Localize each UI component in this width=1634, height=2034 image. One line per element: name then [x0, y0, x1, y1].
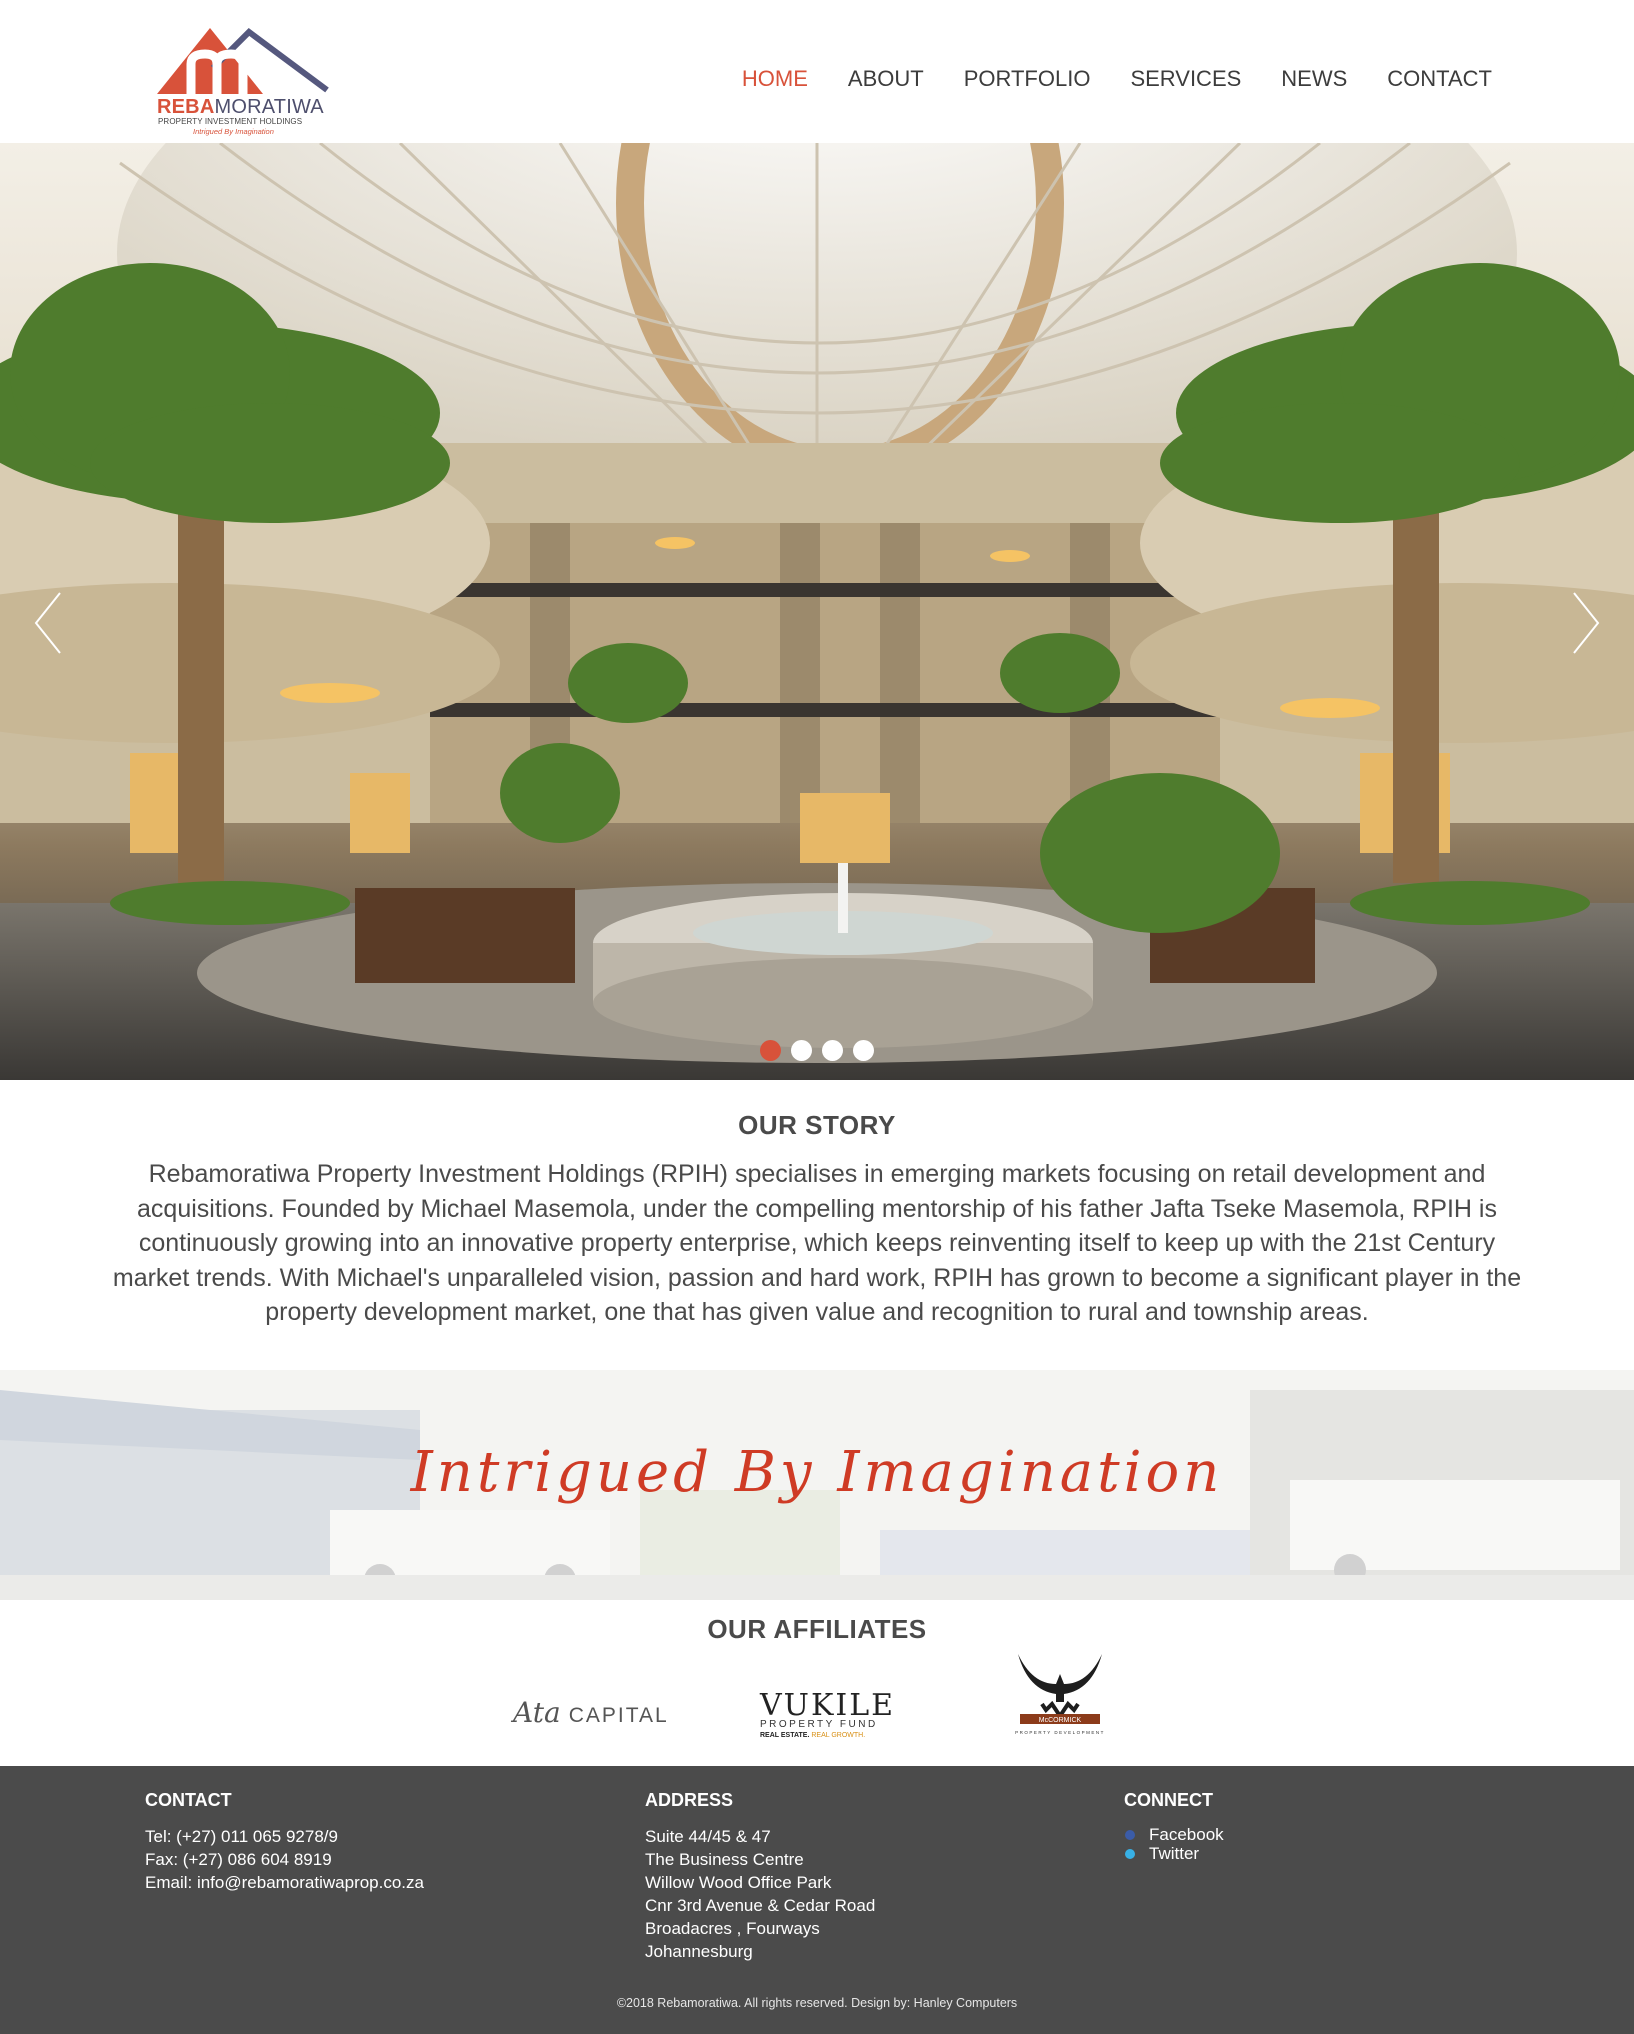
site-logo[interactable]: REBAMORATIWA PROPERTY INVESTMENT HOLDING… [155, 24, 335, 139]
logo-tagline: Intrigued By Imagination [193, 127, 274, 136]
slider-prev-arrow[interactable] [28, 583, 68, 663]
slider-dot-3[interactable] [822, 1040, 843, 1061]
slider-dot-4[interactable] [853, 1040, 874, 1061]
facebook-icon [1125, 1829, 1135, 1840]
footer-contact: CONTACT Tel: (+27) 011 065 9278/9 Fax: (… [145, 1790, 424, 1894]
mccormick-logo[interactable]: McCORMICK PROPERTY DEVELOPMENT [1012, 1644, 1108, 1740]
slider-next-arrow[interactable] [1566, 583, 1606, 663]
nav-contact[interactable]: CONTACT [1387, 66, 1492, 92]
twitter-icon [1125, 1848, 1135, 1859]
address-line: Cnr 3rd Avenue & Cedar Road [645, 1896, 876, 1915]
hero-image [0, 143, 1634, 1080]
address-line: Johannesburg [645, 1942, 753, 1961]
address-line: The Business Centre [645, 1850, 804, 1869]
slider-pagination [0, 1040, 1634, 1061]
nav-news[interactable]: NEWS [1281, 66, 1347, 92]
nav-portfolio[interactable]: PORTFOLIO [964, 66, 1091, 92]
hero-slider [0, 143, 1634, 1080]
facebook-link[interactable]: Facebook [1124, 1825, 1224, 1844]
footer-address: ADDRESS Suite 44/45 & 47 The Business Ce… [645, 1790, 875, 1963]
ata-capital-logo[interactable]: Ata CAPITAL [513, 1696, 669, 1729]
chevron-left-icon [34, 592, 61, 654]
vukile-logo[interactable]: VUKILE PROPERTY FUND REAL ESTATE. REAL G… [760, 1688, 893, 1739]
address-line: Broadacres , Fourways [645, 1919, 820, 1938]
site-header: REBAMORATIWA PROPERTY INVESTMENT HOLDING… [0, 0, 1634, 143]
nav-about[interactable]: ABOUT [848, 66, 924, 92]
affiliates-section: OUR AFFILIATES Ata CAPITAL VUKILE PROPERT… [0, 1600, 1634, 1766]
footer-contact-heading: CONTACT [145, 1790, 232, 1810]
our-story-text: Rebamoratiwa Property Investment Holding… [112, 1160, 1522, 1326]
footer-fax: Fax: (+27) 086 604 8919 [145, 1850, 332, 1869]
banner-tagline: Intrigued By Imagination [410, 1440, 1224, 1505]
footer-connect-heading: CONNECT [1124, 1790, 1213, 1810]
house-logo-icon [157, 28, 329, 94]
footer-tel[interactable]: Tel: (+27) 011 065 9278/9 [145, 1825, 424, 1848]
slider-dot-2[interactable] [791, 1040, 812, 1061]
site-footer: CONTACT Tel: (+27) 011 065 9278/9 Fax: (… [0, 1766, 1634, 2034]
nav-home[interactable]: HOME [742, 66, 808, 92]
slider-dot-1[interactable] [760, 1040, 781, 1061]
affiliates-heading: OUR AFFILIATES [707, 1614, 927, 1644]
footer-email[interactable]: Email: info@rebamoratiwaprop.co.za [145, 1871, 424, 1894]
footer-copyright: ©2018 Rebamoratiwa. All rights reserved.… [616, 1996, 1018, 2010]
eagle-logo-icon: McCORMICK PROPERTY DEVELOPMENT [1015, 1654, 1105, 1735]
logo-wordmark: REBAMORATIWA [157, 96, 324, 118]
main-nav: HOME ABOUT PORTFOLIO SERVICES NEWS CONTA… [702, 66, 1492, 92]
chevron-right-icon [1573, 592, 1600, 654]
twitter-link[interactable]: Twitter [1124, 1844, 1224, 1863]
tagline-banner: Intrigued By Imagination [0, 1370, 1634, 1600]
mccormick-sub: PROPERTY DEVELOPMENT [1015, 1730, 1105, 1735]
address-line: Suite 44/45 & 47 [645, 1827, 771, 1846]
mccormick-name: McCORMICK [1039, 1717, 1082, 1724]
footer-connect: CONNECT Facebook Twitter [1124, 1790, 1224, 1863]
our-story-section: OUR STORY Rebamoratiwa Property Investme… [0, 1080, 1634, 1370]
nav-services[interactable]: SERVICES [1130, 66, 1241, 92]
logo-subtitle: PROPERTY INVESTMENT HOLDINGS [158, 117, 303, 126]
footer-address-heading: ADDRESS [645, 1790, 734, 1810]
our-story-heading: OUR STORY [738, 1110, 896, 1140]
address-line: Willow Wood Office Park [645, 1873, 832, 1892]
